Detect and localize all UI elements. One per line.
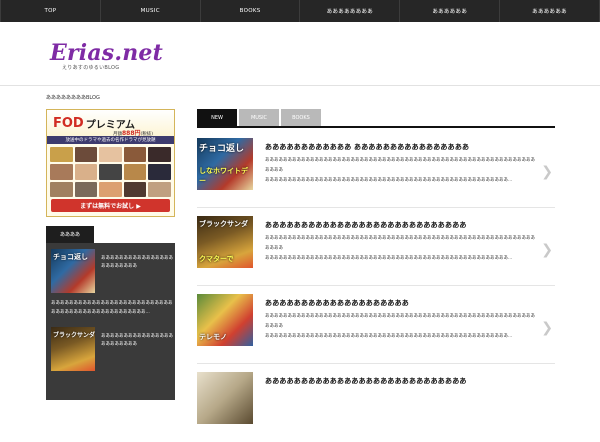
ad-photo-tile: [50, 164, 73, 180]
ad-photo-tile: [74, 147, 98, 163]
nav-item-4[interactable]: ああああああああ: [300, 0, 401, 22]
ad-photo-tile: [148, 181, 171, 197]
site-logo[interactable]: Erias.net: [50, 40, 163, 66]
chevron-right-icon[interactable]: ❯: [541, 320, 553, 336]
tab-new[interactable]: NEW: [197, 109, 237, 126]
ad-photo-tile: [123, 181, 147, 197]
ad-photo-tile: [50, 147, 73, 163]
nav-item-5[interactable]: ああああああ: [400, 0, 501, 22]
post-thumbnail[interactable]: [197, 372, 253, 424]
ad-photo-tile: [123, 164, 147, 180]
post-excerpt-line: ああああああああああああああああああああああああああああああああああああああああ…: [265, 236, 535, 251]
ad-photo-tile: [123, 147, 147, 163]
post-item-2[interactable]: ブラックサンダ クマターで ああああああああああああああああああああああああああ…: [197, 216, 555, 286]
divider: [197, 207, 555, 208]
post-excerpt: ああああああああああああああああああああああああああああああああああああああああ…: [265, 312, 535, 342]
post-thumbnail[interactable]: ブラックサンダ クマターで: [197, 216, 253, 268]
post-thumbnail[interactable]: テレモノ: [197, 294, 253, 346]
ad-price: 月額888円(税抜): [113, 128, 153, 137]
thumb-text: ブラックサンダ: [53, 332, 96, 339]
chevron-right-icon[interactable]: ❯: [541, 242, 553, 258]
post-excerpt: ああああああああああああああああああああああああああああああああああああああああ…: [265, 234, 535, 264]
ad-price-value: 888円: [122, 130, 141, 137]
post-excerpt-line: ああああああああああああああああああああああああああああああああああああああああ…: [265, 256, 513, 261]
sidebar-post-thumbnail[interactable]: チョコ返し: [51, 249, 95, 293]
site-tagline: えりあすのゆるいBLOG: [62, 65, 120, 71]
post-item-3[interactable]: テレモノ ああああああああああああああああああああ ああああああああああああああ…: [197, 294, 555, 364]
divider: [197, 363, 555, 364]
thumb-text: テレモノ: [199, 333, 227, 341]
breadcrumb: ああああああああBLOG: [46, 95, 100, 101]
thumb-text: チョコ返し: [199, 144, 245, 154]
sidebar-tab[interactable]: ああああ: [46, 226, 94, 243]
ad-photo-tile: [99, 164, 122, 180]
ad-brand: FOD: [53, 115, 84, 131]
post-item-1[interactable]: チョコ返し しなホワイトデー ああああああああああああ ああああああああああああ…: [197, 138, 555, 208]
post-thumbnail[interactable]: チョコ返し しなホワイトデー: [197, 138, 253, 190]
post-excerpt: ああああああああああああああああああああああああああああああああああああああああ…: [265, 156, 535, 186]
chevron-right-icon[interactable]: ❯: [541, 164, 553, 180]
divider: [197, 285, 555, 286]
sidebar-post-excerpt: ああああああああああああああああああああああああああああああああああああああああ…: [51, 301, 173, 315]
nav-item-6[interactable]: ああああああ: [500, 0, 600, 22]
ad-strip: 放送中のドラマや過去の名作ドラマが見放題: [47, 136, 174, 144]
ad-cta-button[interactable]: まずは無料でお試し ▶: [51, 199, 170, 212]
ad-photo-tile: [99, 147, 122, 163]
post-title[interactable]: ああああああああああああ ああああああああああああああああ: [265, 142, 469, 152]
ad-photo-tile: [74, 181, 98, 197]
sidebar-post-2[interactable]: ブラックサンダ ああああああああああああああああああああああああ: [51, 327, 175, 371]
sidebar-panel: チョコ返し ああああああああああああああああああああああああ あああああああああ…: [46, 243, 175, 400]
site-header: Erias.net えりあすのゆるいBLOG: [0, 22, 600, 86]
ad-header: FOD プレミアム: [47, 110, 174, 136]
ad-photo-tile: [74, 164, 98, 180]
nav-item-top[interactable]: TOP: [0, 0, 101, 22]
thumb-text: ブラックサンダ: [199, 220, 248, 228]
thumb-text: チョコ返し: [53, 253, 88, 261]
ad-price-prefix: 月額: [113, 132, 122, 137]
post-category-tabs: NEW MUSIC BOOKS: [197, 109, 323, 126]
post-excerpt-line: ああああああああああああああああああああああああああああああああああああああああ…: [265, 334, 513, 339]
top-navigation: TOP MUSIC BOOKS ああああああああ ああああああ ああああああ: [0, 0, 600, 22]
nav-item-music[interactable]: MUSIC: [101, 0, 201, 22]
ad-photo-grid: [47, 144, 174, 200]
sidebar-post-title[interactable]: ああああああああああああああああああああああああ: [101, 333, 173, 349]
tab-books[interactable]: BOOKS: [281, 109, 321, 126]
post-excerpt-line: ああああああああああああああああああああああああああああああああああああああああ…: [265, 178, 513, 183]
ad-photo-tile: [50, 181, 73, 197]
tab-music[interactable]: MUSIC: [239, 109, 279, 126]
sidebar-post-title[interactable]: ああああああああああああああああああああああああ: [101, 255, 173, 271]
sidebar-post-1[interactable]: チョコ返し ああああああああああああああああああああああああ あああああああああ…: [51, 249, 175, 315]
ad-photo-tile: [148, 147, 171, 163]
post-excerpt-line: ああああああああああああああああああああああああああああああああああああああああ…: [265, 314, 535, 329]
thumb-text: クマターで: [199, 255, 234, 263]
ad-photo-tile: [99, 181, 122, 197]
fod-premium-ad-banner[interactable]: FOD プレミアム 月額888円(税抜) 放送中のドラマや過去の名作ドラマが見放…: [46, 109, 175, 217]
ad-price-suffix: (税抜): [140, 132, 154, 137]
thumb-text: しなホワイトデー: [199, 167, 248, 185]
post-title[interactable]: ああああああああああああああああああああ: [265, 298, 409, 308]
post-title[interactable]: ああああああああああああああああああああああああああああ: [265, 220, 467, 230]
post-excerpt-line: ああああああああああああああああああああああああああああああああああああああああ…: [265, 158, 535, 173]
post-item-4[interactable]: ああああああああああああああああああああああああああああ: [197, 372, 555, 442]
ad-photo-tile: [148, 164, 171, 180]
nav-item-books[interactable]: BOOKS: [201, 0, 301, 22]
tab-underline: [197, 126, 555, 128]
post-title[interactable]: ああああああああああああああああああああああああああああ: [265, 376, 467, 386]
sidebar-post-thumbnail[interactable]: ブラックサンダ: [51, 327, 95, 371]
